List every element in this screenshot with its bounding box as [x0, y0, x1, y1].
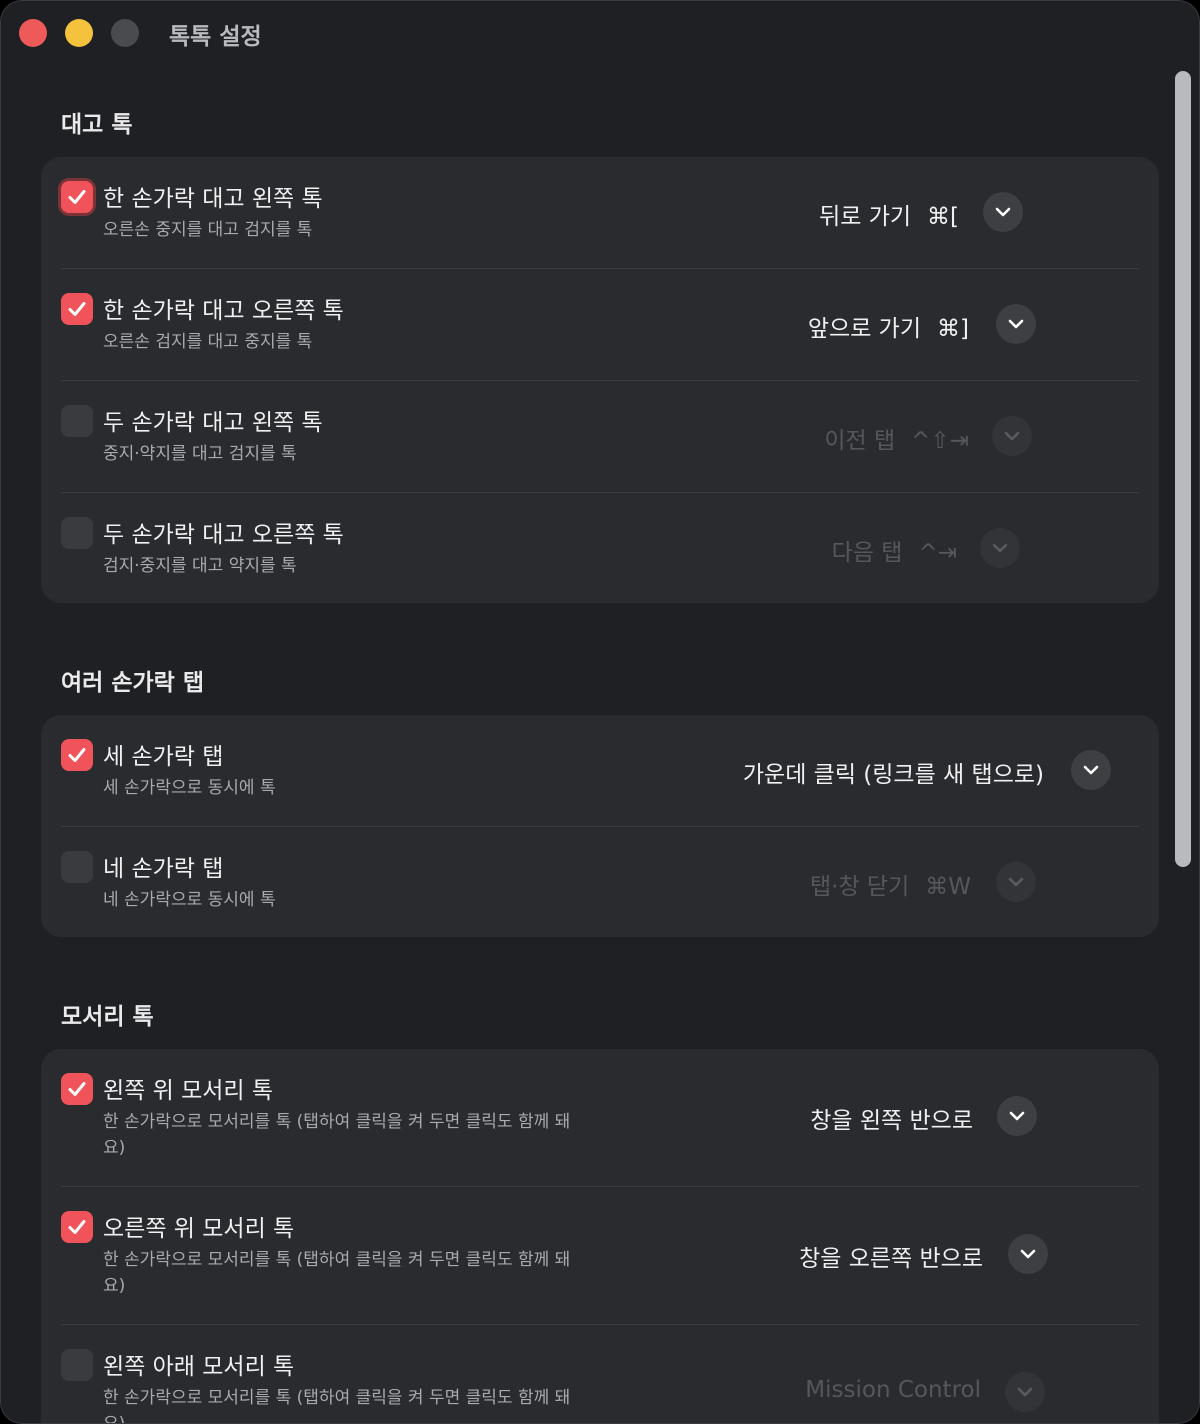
section-card-corner-tap: 왼쪽 위 모서리 톡 한 손가락으로 모서리를 톡 (탭하여 클릭을 켜 두면 …	[41, 1049, 1159, 1423]
chevron-down-icon	[1008, 877, 1024, 887]
setting-subtitle: 오른손 검지를 대고 중지를 톡	[103, 332, 313, 352]
action-text: Mission Control	[805, 1377, 981, 1403]
setting-checkbox[interactable]	[61, 1073, 93, 1105]
section-card-touch-tap: 한 손가락 대고 왼쪽 톡 오른손 중지를 대고 검지를 톡 뒤로 가기 ⌘[ 한…	[41, 157, 1159, 603]
chevron-down-icon	[1008, 319, 1024, 329]
action-text: 앞으로 가기	[807, 316, 922, 342]
action-dropdown-button[interactable]	[980, 528, 1020, 568]
setting-subtitle: 중지·약지를 대고 검지를 톡	[103, 444, 297, 464]
setting-row: 네 손가락 탭 네 손가락으로 동시에 톡 탭·창 닫기 ⌘W	[41, 827, 1159, 937]
setting-subtitle: 한 손가락으로 모서리를 톡 (탭하여 클릭을 켜 두면 클릭도 함께 돼요)	[103, 1250, 571, 1296]
action-dropdown-button[interactable]	[1005, 1372, 1045, 1412]
action-label: 다음 탭 ^⇥	[832, 533, 957, 567]
action-label: 뒤로 가기 ⌘[	[819, 197, 959, 231]
minimize-window-button[interactable]	[65, 19, 93, 47]
checkmark-icon	[68, 190, 86, 204]
setting-title: 세 손가락 탭	[103, 744, 224, 770]
action-text: 가운데 클릭 (링크를 새 탭으로)	[742, 762, 1044, 788]
section-card-multi-finger-tap: 세 손가락 탭 세 손가락으로 동시에 톡 가운데 클릭 (링크를 새 탭으로)…	[41, 715, 1159, 937]
setting-title: 네 손가락 탭	[103, 856, 224, 882]
chevron-down-icon	[995, 207, 1011, 217]
checkmark-icon	[68, 1082, 86, 1096]
section-title-touch-tap: 대고 톡	[61, 112, 133, 138]
settings-content: 대고 톡 한 손가락 대고 왼쪽 톡 오른손 중지를 대고 검지를 톡 뒤로 가…	[1, 65, 1171, 1423]
action-label: 앞으로 가기 ⌘]	[808, 309, 969, 343]
action-text: 이전 탭	[824, 428, 896, 454]
action-dropdown-button[interactable]	[1071, 750, 1111, 790]
setting-checkbox[interactable]	[61, 1211, 93, 1243]
checkmark-icon	[68, 302, 86, 316]
action-label: 창을 오른쪽 반으로	[799, 1239, 983, 1273]
settings-window: 톡톡 설정 대고 톡 한 손가락 대고 왼쪽 톡 오른손 중지를 대고 검지를 …	[0, 0, 1200, 1424]
chevron-down-icon	[1004, 431, 1020, 441]
setting-title: 두 손가락 대고 왼쪽 톡	[103, 410, 323, 436]
chevron-down-icon	[1017, 1387, 1033, 1397]
action-text: 탭·창 닫기	[809, 874, 910, 900]
setting-title: 한 손가락 대고 왼쪽 톡	[103, 186, 323, 212]
setting-row: 두 손가락 대고 오른쪽 톡 검지·중지를 대고 약지를 톡 다음 탭 ^⇥	[41, 493, 1159, 603]
action-dropdown-button[interactable]	[996, 304, 1036, 344]
section-title-multi-finger-tap: 여러 손가락 탭	[61, 670, 204, 696]
action-dropdown-button[interactable]	[997, 1096, 1037, 1136]
checkmark-icon	[68, 1220, 86, 1234]
setting-checkbox[interactable]	[61, 293, 93, 325]
chevron-down-icon	[1020, 1249, 1036, 1259]
action-dropdown-button[interactable]	[983, 192, 1023, 232]
setting-subtitle: 세 손가락으로 동시에 톡	[103, 778, 276, 798]
setting-subtitle: 한 손가락으로 모서리를 톡 (탭하여 클릭을 켜 두면 클릭도 함께 돼요)	[103, 1388, 571, 1423]
setting-subtitle: 한 손가락으로 모서리를 톡 (탭하여 클릭을 켜 두면 클릭도 함께 돼요)	[103, 1112, 571, 1158]
action-text: 창을 왼쪽 반으로	[810, 1108, 973, 1134]
action-dropdown-button[interactable]	[996, 862, 1036, 902]
setting-row: 세 손가락 탭 세 손가락으로 동시에 톡 가운데 클릭 (링크를 새 탭으로)	[41, 715, 1159, 827]
setting-checkbox[interactable]	[61, 1349, 93, 1381]
setting-row: 오른쪽 위 모서리 톡 한 손가락으로 모서리를 톡 (탭하여 클릭을 켜 두면…	[41, 1187, 1159, 1325]
setting-row: 왼쪽 아래 모서리 톡 한 손가락으로 모서리를 톡 (탭하여 클릭을 켜 두면…	[41, 1325, 1159, 1423]
action-dropdown-button[interactable]	[992, 416, 1032, 456]
shortcut-text: ^⇧⇥	[911, 428, 969, 454]
title-bar: 톡톡 설정	[1, 1, 1199, 65]
setting-subtitle: 오른손 중지를 대고 검지를 톡	[103, 220, 313, 240]
action-text: 다음 탭	[831, 540, 903, 566]
setting-checkbox[interactable]	[61, 739, 93, 771]
window-title: 톡톡 설정	[169, 24, 262, 50]
setting-row: 한 손가락 대고 오른쪽 톡 오른손 검지를 대고 중지를 톡 앞으로 가기 ⌘]	[41, 269, 1159, 381]
action-dropdown-button[interactable]	[1008, 1234, 1048, 1274]
shortcut-text: ⌘W	[925, 874, 971, 900]
scrollbar-thumb[interactable]	[1175, 71, 1191, 867]
action-text: 창을 오른쪽 반으로	[799, 1246, 983, 1272]
shortcut-text: ⌘]	[937, 316, 969, 342]
close-window-button[interactable]	[19, 19, 47, 47]
setting-checkbox[interactable]	[61, 851, 93, 883]
setting-row: 두 손가락 대고 왼쪽 톡 중지·약지를 대고 검지를 톡 이전 탭 ^⇧⇥	[41, 381, 1159, 493]
setting-subtitle: 네 손가락으로 동시에 톡	[103, 890, 276, 910]
setting-row: 한 손가락 대고 왼쪽 톡 오른손 중지를 대고 검지를 톡 뒤로 가기 ⌘[	[41, 157, 1159, 269]
action-text: 뒤로 가기	[819, 204, 912, 230]
setting-row: 왼쪽 위 모서리 톡 한 손가락으로 모서리를 톡 (탭하여 클릭을 켜 두면 …	[41, 1049, 1159, 1187]
setting-checkbox[interactable]	[61, 405, 93, 437]
section-title-corner-tap: 모서리 톡	[61, 1004, 154, 1030]
setting-checkbox[interactable]	[61, 181, 93, 213]
action-label: 탭·창 닫기 ⌘W	[810, 867, 971, 901]
action-label: 창을 왼쪽 반으로	[810, 1101, 973, 1135]
action-label: 가운데 클릭 (링크를 새 탭으로)	[743, 755, 1044, 789]
action-label: 이전 탭 ^⇧⇥	[824, 421, 969, 455]
checkmark-icon	[68, 748, 86, 762]
shortcut-text: ⌘[	[927, 204, 959, 230]
zoom-window-button[interactable]	[111, 19, 139, 47]
action-label: Mission Control	[805, 1377, 981, 1403]
chevron-down-icon	[1083, 765, 1099, 775]
setting-title: 오른쪽 위 모서리 톡	[103, 1216, 295, 1242]
setting-checkbox[interactable]	[61, 517, 93, 549]
chevron-down-icon	[992, 543, 1008, 553]
setting-title: 왼쪽 위 모서리 톡	[103, 1078, 274, 1104]
shortcut-text: ^⇥	[918, 540, 957, 566]
setting-subtitle: 검지·중지를 대고 약지를 톡	[103, 556, 297, 576]
setting-title: 두 손가락 대고 오른쪽 톡	[103, 522, 344, 548]
setting-title: 한 손가락 대고 오른쪽 톡	[103, 298, 344, 324]
setting-title: 왼쪽 아래 모서리 톡	[103, 1354, 295, 1380]
chevron-down-icon	[1009, 1111, 1025, 1121]
